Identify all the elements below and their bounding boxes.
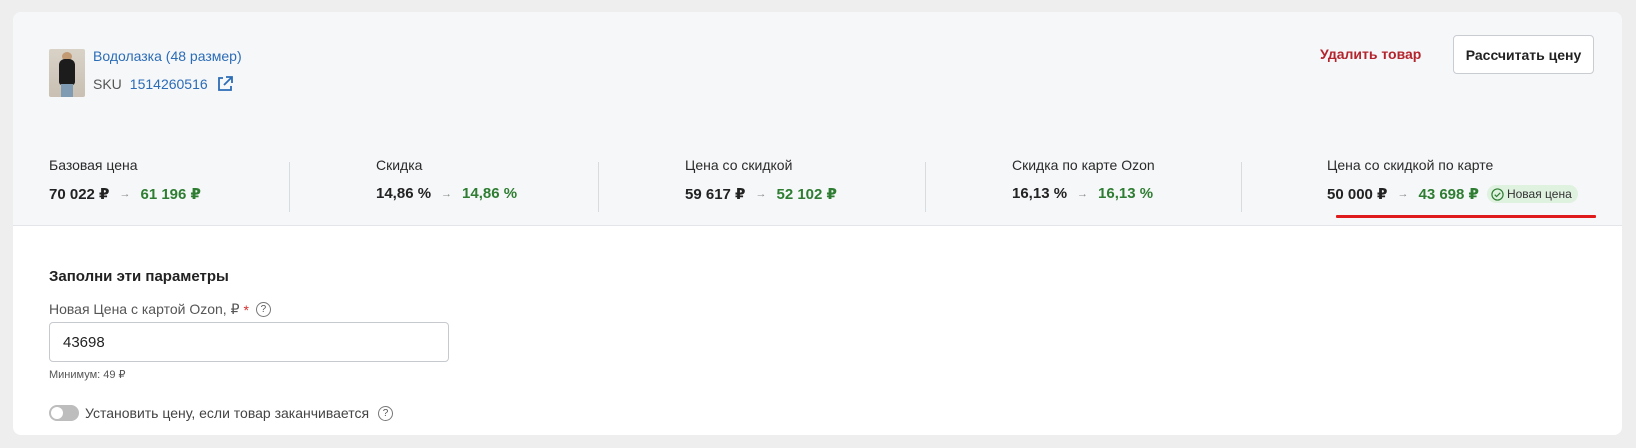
divider [598,162,599,212]
arrow-right-icon: → [755,188,767,200]
sku-row: SKU 1514260516 [93,75,234,93]
sku-label: SKU [93,76,122,92]
product-title-link[interactable]: Водолазка (48 размер) [93,48,242,64]
metric-old-value: 59 617 ₽ [685,186,746,203]
badge-label: Новая цена [1506,187,1572,201]
check-circle-icon [1491,187,1504,201]
metric-label: Базовая цена [49,157,138,173]
divider [1241,162,1242,212]
arrow-right-icon: → [441,187,453,200]
metric-card-discounted-price: Цена со скидкой по карте 50 000 ₽ → 43 6… [1327,157,1578,203]
metric-label: Скидка [376,157,423,173]
external-link-icon[interactable] [216,75,234,93]
divider [289,162,290,212]
divider [925,162,926,212]
out-of-stock-toggle-row: Установить цену, если товар заканчиваетс… [49,405,394,421]
metric-label: Цена со скидкой по карте [1327,157,1494,173]
new-price-badge: Новая цена [1486,185,1578,203]
price-field-label-text: Новая Цена с картой Ozon, ₽ [49,301,240,317]
help-icon[interactable]: ? [378,405,394,421]
toggle-label: Установить цену, если товар заканчиваетс… [85,405,370,421]
metric-new-value: 14,86 % [462,185,518,202]
price-field-label: Новая Цена с картой Ozon, ₽ * ? [49,301,271,318]
help-icon[interactable]: ? [255,302,271,317]
metric-old-value: 50 000 ₽ [1327,186,1388,203]
metric-discount: Скидка 14,86 % → 14,86 % [376,157,517,202]
arrow-right-icon: → [119,188,131,200]
calculate-price-button[interactable]: Рассчитать цену [1453,35,1594,74]
metric-old-value: 16,13 % [1012,185,1068,202]
metric-label: Скидка по карте Ozon [1012,157,1155,173]
section-title: Заполни эти параметры [49,268,229,285]
metric-old-value: 14,86 % [376,185,432,202]
highlight-underline [1336,215,1596,218]
metric-ozon-card-discount: Скидка по карте Ozon 16,13 % → 16,13 % [1012,157,1155,202]
minimum-hint: Минимум: 49 ₽ [49,369,126,381]
product-thumbnail[interactable] [49,49,85,97]
required-mark: * [243,301,249,318]
metric-old-value: 70 022 ₽ [49,186,110,203]
metric-label: Цена со скидкой [685,157,793,173]
metric-new-value: 43 698 ₽ [1418,186,1479,203]
metric-new-value: 52 102 ₽ [776,186,837,203]
metric-discounted-price: Цена со скидкой 59 617 ₽ → 52 102 ₽ [685,157,837,203]
delete-product-link[interactable]: Удалить товар [1320,46,1421,62]
arrow-right-icon: → [1397,188,1409,200]
sku-value-link[interactable]: 1514260516 [130,76,208,92]
product-card: Водолазка (48 размер) SKU 1514260516 Уда… [13,12,1622,435]
card-price-input[interactable] [49,322,449,362]
arrow-right-icon: → [1077,187,1089,200]
metric-new-value: 61 196 ₽ [140,186,201,203]
product-summary: Водолазка (48 размер) SKU 1514260516 Уда… [13,12,1622,226]
out-of-stock-toggle[interactable] [49,405,79,421]
metric-base-price: Базовая цена 70 022 ₽ → 61 196 ₽ [49,157,201,203]
metric-new-value: 16,13 % [1098,185,1154,202]
